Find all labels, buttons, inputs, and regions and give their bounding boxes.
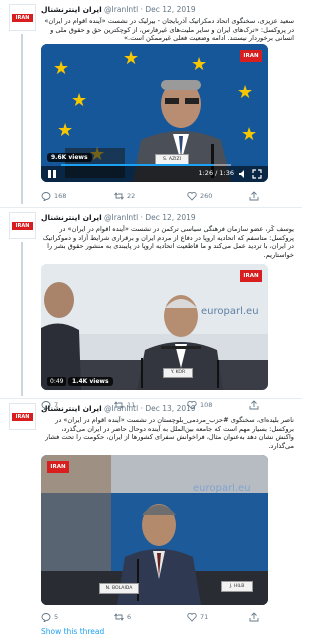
reply-count: 5 <box>54 613 59 621</box>
tweet-actions: 168 22 260 <box>41 190 262 203</box>
heart-icon <box>187 612 197 622</box>
backdrop-text: europarl.eu <box>201 306 259 317</box>
avatar-logo: IRAN <box>12 14 33 22</box>
retweet-button[interactable]: 6 <box>114 611 131 623</box>
display-name[interactable]: ایران اینترنشنال <box>41 213 102 222</box>
channel-logo: IRAN <box>240 50 262 62</box>
display-name[interactable]: ایران اینترنشنال <box>41 5 102 14</box>
share-button[interactable] <box>249 611 262 623</box>
channel-logo: IRAN <box>240 270 262 282</box>
tweet-actions: 5 6 71 <box>41 611 262 624</box>
tweet[interactable]: IRAN ایران اینترنشنال @IranIntl · Dec 12… <box>0 0 302 207</box>
handle[interactable]: @IranIntl <box>104 213 138 222</box>
avatar[interactable]: IRAN <box>9 403 36 430</box>
tweet[interactable]: IRAN ایران اینترنشنال @IranIntl · Dec 12… <box>0 208 302 412</box>
timestamp[interactable]: Dec 12, 2019 <box>145 213 195 222</box>
tweet-video[interactable]: europarl.eu IRAN N. BOLAIDA J. HILB <box>41 455 268 605</box>
speaker-nameplate: Y. KOR <box>163 368 193 378</box>
pause-icon[interactable] <box>47 169 57 179</box>
svg-text:★: ★ <box>241 124 257 145</box>
volume-icon[interactable] <box>238 169 248 179</box>
share-icon <box>249 612 259 622</box>
reply-button[interactable]: 168 <box>41 190 67 203</box>
tweet-thread: IRAN ایران اینترنشنال @IranIntl · Dec 12… <box>0 0 302 641</box>
retweet-count: 6 <box>127 613 132 621</box>
view-count: 9.6K views <box>47 153 92 162</box>
tweet-video[interactable]: europarl.eu IRAN Y. KOR 0:49 1.4K views <box>41 264 268 390</box>
tweet-header: ایران اینترنشنال @IranIntl · Dec 12, 201… <box>41 213 196 222</box>
speaker-nameplate: N. BOLAIDA <box>99 583 139 594</box>
tweet-header: ایران اینترنشنال @IranIntl · Dec 12, 201… <box>41 5 196 14</box>
timestamp[interactable]: Dec 13, 2019 <box>145 404 195 413</box>
video-duration: 0:49 <box>47 377 67 386</box>
reply-count: 168 <box>54 192 67 200</box>
reply-icon <box>41 192 51 203</box>
share-button[interactable] <box>249 190 262 202</box>
reply-icon <box>41 613 51 624</box>
video-frame <box>41 264 268 390</box>
svg-text:★: ★ <box>71 90 87 111</box>
progress-track[interactable] <box>61 164 231 166</box>
speaker-nameplate: J. HILB <box>221 581 253 592</box>
tweet-video[interactable]: ★★★ ★★★ ★★ IRAN S. AZIZI <box>41 44 268 182</box>
display-name[interactable]: ایران اینترنشنال <box>41 404 102 413</box>
tweet-text: سعید عزیزی، سخنگوی اتحاد دمکراتیک آذربای… <box>44 17 294 43</box>
view-count: 1.4K views <box>68 377 113 386</box>
tweet[interactable]: IRAN ایران اینترنشنال @IranIntl · Dec 13… <box>0 399 302 641</box>
svg-text:★: ★ <box>57 120 73 141</box>
thread-connector <box>21 34 23 204</box>
progress-fill <box>61 164 214 166</box>
svg-text:★: ★ <box>53 58 69 79</box>
avatar[interactable]: IRAN <box>9 212 36 239</box>
reply-button[interactable]: 5 <box>41 611 59 624</box>
retweet-icon <box>114 192 124 200</box>
backdrop-text: europarl.eu <box>193 483 251 494</box>
share-icon <box>249 191 259 201</box>
like-count: 260 <box>200 192 213 200</box>
retweet-button[interactable]: 22 <box>114 190 135 202</box>
svg-text:★: ★ <box>191 54 207 75</box>
show-thread-link[interactable]: Show this thread <box>41 627 104 636</box>
tweet-header: ایران اینترنشنال @IranIntl · Dec 13, 201… <box>41 404 196 413</box>
video-controls: 1:26 / 1:36 <box>41 164 268 182</box>
fullscreen-icon[interactable] <box>252 169 262 179</box>
svg-text:★: ★ <box>123 48 139 69</box>
handle[interactable]: @IranIntl <box>104 404 138 413</box>
retweet-count: 22 <box>127 192 136 200</box>
like-button[interactable]: 260 <box>187 190 212 202</box>
like-count: 71 <box>200 613 209 621</box>
timestamp[interactable]: Dec 12, 2019 <box>145 5 195 14</box>
thread-connector <box>21 242 23 396</box>
tweet-text: یوسف کُر، عضو سازمان فرهنگی سیاسی ترکمن … <box>42 225 294 259</box>
avatar-logo: IRAN <box>12 413 33 421</box>
video-time: 1:26 / 1:36 <box>198 169 234 177</box>
like-button[interactable]: 71 <box>187 611 208 623</box>
channel-logo: IRAN <box>47 461 69 473</box>
svg-text:★: ★ <box>237 82 253 103</box>
retweet-icon <box>114 613 124 621</box>
avatar-logo: IRAN <box>12 222 33 230</box>
heart-icon <box>187 191 197 201</box>
avatar[interactable]: IRAN <box>9 4 36 31</box>
handle[interactable]: @IranIntl <box>104 5 138 14</box>
tweet-text: ناصر بلیده‌ای، سخنگوی #حزب_مردمی_بلوچستا… <box>45 416 294 450</box>
